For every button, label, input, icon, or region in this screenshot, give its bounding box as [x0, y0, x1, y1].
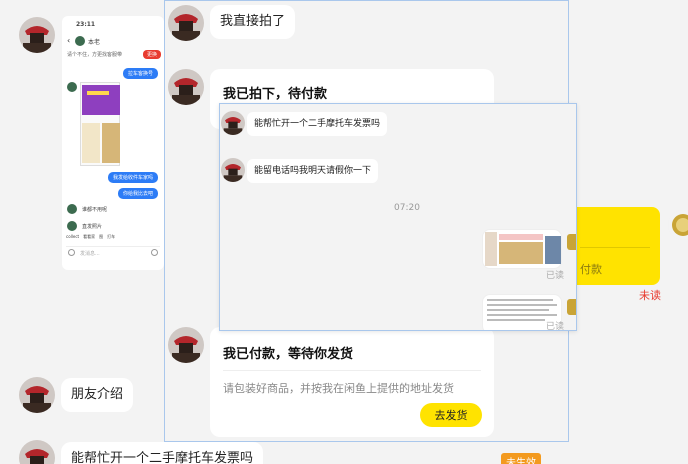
phone-message-input[interactable]: 发消息... [66, 246, 160, 258]
message-bubble-took-photo[interactable]: 我直接拍了 [210, 5, 296, 39]
order-card-paid[interactable]: 我已付款，等待你发货 请包装好商品，并按我在闲鱼上提供的地址发货 去发货 [210, 327, 494, 437]
phone-screenshot-preview[interactable]: 23:11 ‹ 本老 请个不住，方更找客服带 更换 拉车客换号 我发给收件车家吗… [62, 16, 164, 270]
popup-sender-avatar-2[interactable] [567, 299, 576, 315]
phone-status-time: 23:11 [76, 21, 96, 28]
popup-read-1: 已读 [546, 271, 565, 281]
card-divider [223, 370, 481, 371]
phone-bubble-blue-2: 我发给收件车家吗 [107, 172, 158, 183]
avatar[interactable] [19, 377, 55, 413]
phone-emoji-icon[interactable] [151, 249, 158, 256]
phone-contact-avatar [75, 36, 85, 46]
phone-bubble-blue-1: 拉车客换号 [122, 68, 158, 79]
message-bubble-friend-intro[interactable]: 朋友介绍 [61, 378, 134, 412]
order-card-pending-title: 我已拍下，待付款 [223, 87, 328, 102]
order-card-paid-title: 我已付款，等待你发货 [223, 347, 354, 362]
popup-message-1[interactable]: 能帮忙开一个二手摩托车发票吗 [247, 112, 388, 136]
phone-bubble-blue-3: 你给我比去吧 [117, 188, 158, 199]
avatar[interactable] [19, 440, 55, 464]
phone-banner-tag[interactable]: 更换 [142, 50, 161, 59]
back-arrow-icon[interactable]: ‹ [67, 36, 70, 45]
avatar[interactable] [19, 17, 55, 53]
popup-sender-avatar[interactable] [567, 234, 576, 250]
order-card-paid-subtitle: 请包装好商品，并按我在闲鱼上提供的地址发货 [223, 382, 454, 395]
phone-toolbar: collect 看看家 图 打车 [66, 234, 162, 244]
avatar[interactable] [168, 5, 204, 41]
popup-timestamp: 07:20 [394, 203, 420, 213]
phone-contact-name: 本老 [88, 39, 101, 46]
ship-button[interactable]: 去发货 [420, 403, 482, 427]
popup-message-2[interactable]: 能留电话吗我明天请假你一下 [247, 159, 379, 183]
phone-image-message[interactable] [80, 82, 120, 166]
phone-chat-header: ‹ 本老 [62, 34, 164, 50]
phone-toolbar-item[interactable]: 看看家 [83, 234, 95, 244]
phone-toolbar-item[interactable]: 打车 [107, 234, 115, 244]
phone-bubble-gray-1: 谁都不用呢 [82, 207, 108, 213]
phone-sender-avatar [67, 82, 77, 92]
phone-bubble-gray-2: 直发照片 [82, 224, 103, 230]
avatar[interactable] [221, 158, 245, 182]
avatar[interactable] [221, 111, 245, 135]
unread-label: 未读 [639, 289, 661, 302]
phone-banner: 请个不住，方更找客服带 更换 [65, 50, 161, 60]
popup-image-message-1[interactable] [482, 229, 562, 269]
avatar[interactable] [168, 69, 204, 105]
phone-toolbar-item[interactable]: collect [66, 234, 79, 244]
avatar[interactable] [668, 210, 688, 240]
phone-voice-icon[interactable] [68, 249, 75, 256]
phone-toolbar-item[interactable]: 图 [99, 234, 103, 244]
status-badge: 未生效 [501, 453, 541, 464]
popup-read-2: 已读 [546, 322, 565, 331]
phone-sender-avatar-2 [67, 204, 77, 214]
yellow-card-label: 付款 [580, 263, 602, 276]
chat-preview-popup: 能帮忙开一个二手摩托车发票吗 能留电话吗我明天请假你一下 07:20 已读 已读 [219, 103, 577, 331]
message-bubble-invoice[interactable]: 能帮忙开一个二手摩托车发票吗 [61, 442, 264, 464]
avatar[interactable] [168, 327, 204, 363]
phone-sender-avatar-3 [67, 221, 77, 231]
